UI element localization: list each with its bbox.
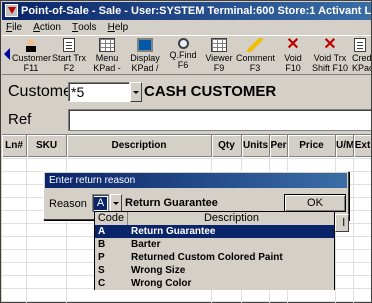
menu-grid-icon xyxy=(99,38,115,52)
credit-icon xyxy=(354,38,366,52)
dialog-title[interactable]: Enter return reason xyxy=(45,173,347,188)
ok-button[interactable]: OK xyxy=(284,194,346,212)
quick-find-button[interactable]: Q.Find F6 xyxy=(164,37,202,75)
viewer-button[interactable]: Viewer F9 xyxy=(200,37,238,75)
viewer-icon xyxy=(211,38,227,52)
dropdown-col-description: Description xyxy=(203,212,260,224)
col-header-ext[interactable]: Ext xyxy=(354,135,371,157)
ref-input[interactable] xyxy=(68,109,371,131)
quick-find-icon xyxy=(177,38,189,49)
col-header-sku[interactable]: SKU xyxy=(27,135,67,157)
ref-label: Ref xyxy=(8,111,32,128)
document-icon xyxy=(63,38,75,52)
reason-option-c[interactable]: C Wrong Color xyxy=(95,277,334,290)
scroll-left-arrow-icon[interactable] xyxy=(4,48,10,60)
display-button[interactable]: Display KPad / xyxy=(126,37,164,75)
grid-divider xyxy=(26,158,27,303)
col-header-ln[interactable]: Ln# xyxy=(2,135,27,157)
menu-bar: File Action Tools Help xyxy=(2,20,371,35)
app-logo-icon xyxy=(5,4,18,17)
reason-option-b[interactable]: B Barter xyxy=(95,238,334,251)
grid-header: Ln# SKU Description Qty Units Per Price … xyxy=(2,135,371,157)
window-title: Point-of-Sale - Sale - User:SYSTEM Termi… xyxy=(21,5,371,17)
menu-button[interactable]: Menu KPad - xyxy=(88,37,126,75)
ref-row: Ref xyxy=(2,107,371,131)
reason-option-a[interactable]: A Return Guarantee xyxy=(95,225,334,238)
void-transaction-icon: ✕ xyxy=(323,36,337,53)
customer-button[interactable]: Customer F11 xyxy=(12,37,51,75)
reason-code-input[interactable]: A xyxy=(92,194,109,212)
reason-description: Return Guarantee xyxy=(125,197,218,209)
pos-window: Point-of-Sale - Sale - User:SYSTEM Termi… xyxy=(0,0,372,303)
reason-label: Reason xyxy=(49,198,87,210)
customer-row: Customer *5 CASH CUSTOMER xyxy=(2,77,371,105)
reason-dropdown-list: Code Description A Return Guarantee B Ba… xyxy=(94,211,335,290)
col-header-per[interactable]: Per xyxy=(270,135,288,157)
reason-dropdown-arrow-icon[interactable] xyxy=(110,194,122,212)
menu-help[interactable]: Help xyxy=(104,20,133,35)
col-header-qty[interactable]: Qty xyxy=(212,135,242,157)
menu-action[interactable]: Action xyxy=(29,20,65,35)
comment-icon xyxy=(247,38,263,52)
reason-option-p[interactable]: P Returned Custom Colored Paint xyxy=(95,251,334,264)
display-icon xyxy=(137,38,153,52)
comment-button[interactable]: Comment F3 xyxy=(236,37,275,75)
void-icon: ✕ xyxy=(286,36,300,53)
void-button[interactable]: ✕ Void F10 xyxy=(274,37,312,75)
menu-tools[interactable]: Tools xyxy=(68,20,100,35)
cancel-button[interactable]: l xyxy=(335,214,349,232)
toolbar: Customer F11 Start Trx F2 Menu KPad - Di… xyxy=(2,35,371,75)
dropdown-header: Code Description xyxy=(95,212,334,225)
start-trx-button[interactable]: Start Trx F2 xyxy=(50,37,88,75)
col-header-units[interactable]: Units xyxy=(242,135,270,157)
reason-option-s[interactable]: S Wrong Size xyxy=(95,264,334,277)
menu-file[interactable]: File xyxy=(2,20,26,35)
customer-name: CASH CUSTOMER xyxy=(144,83,277,100)
customer-dropdown-arrow-icon[interactable] xyxy=(130,82,142,102)
title-bar[interactable]: Point-of-Sale - Sale - User:SYSTEM Termi… xyxy=(2,2,371,20)
void-trx-button[interactable]: ✕ Void Trx Shift F10 xyxy=(308,37,352,75)
customer-label: Customer xyxy=(8,83,78,100)
grid-divider xyxy=(353,158,354,303)
dropdown-col-code: Code xyxy=(95,212,128,225)
credit-button[interactable]: Cred KPac xyxy=(352,37,371,75)
col-header-um[interactable]: U/M xyxy=(336,135,354,157)
customer-input[interactable]: *5 xyxy=(68,82,130,102)
col-header-description[interactable]: Description xyxy=(67,135,212,157)
person-icon xyxy=(23,38,39,52)
col-header-price[interactable]: Price xyxy=(288,135,336,157)
